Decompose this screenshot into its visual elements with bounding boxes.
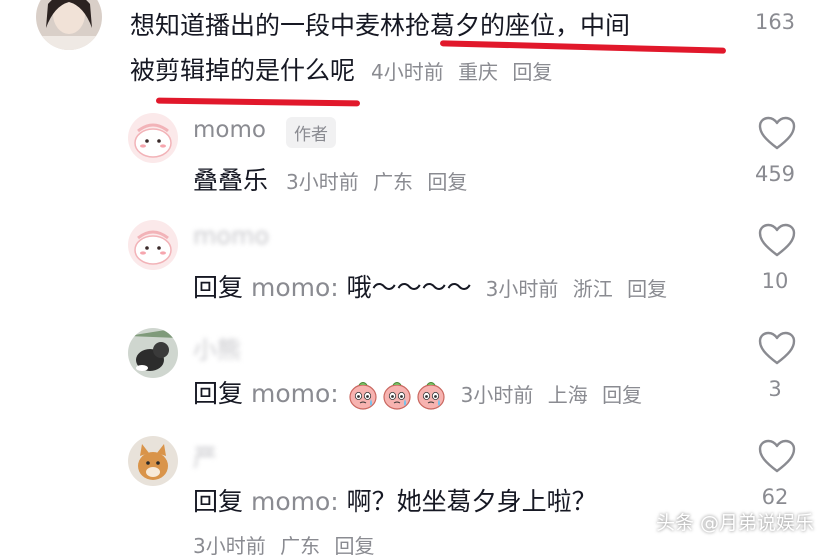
watermark: 头条 @月弟说娱乐 xyxy=(655,512,814,534)
reply-3-prefix: 回复 xyxy=(193,379,244,408)
reply-avatar-momo-2[interactable] xyxy=(128,220,178,270)
reply-4-reply-button[interactable]: 回复 xyxy=(334,534,374,558)
reply-4-meta: 3小时前 广东 回复 xyxy=(193,530,382,559)
top-commenter-avatar[interactable] xyxy=(36,0,102,50)
reply-1-meta: 3小时前 广东 回复 xyxy=(286,170,475,194)
top-comment-like-count: 163 xyxy=(754,10,796,34)
reply-1-reply-button[interactable]: 回复 xyxy=(427,170,467,194)
reply-3-reply-button[interactable]: 回复 xyxy=(602,383,642,407)
reply-2-prefix: 回复 xyxy=(193,273,244,302)
reply-4-text: 啊？她坐葛夕身上啦？ xyxy=(346,487,597,516)
reply-3-time: 3小时前 xyxy=(460,383,534,407)
reply-3-username[interactable]: 小熊 xyxy=(193,330,241,365)
crying-emoji-icon xyxy=(417,382,445,410)
reply-2-target[interactable]: momo: xyxy=(251,273,339,302)
reply-4-username[interactable]: 严 xyxy=(193,438,217,473)
reply-3-target[interactable]: momo: xyxy=(251,379,339,408)
reply-2-text: 哦～～～～ xyxy=(346,273,472,302)
highlight-underline-2 xyxy=(155,97,361,107)
reply-2-time: 3小时前 xyxy=(485,277,559,301)
heart-icon[interactable] xyxy=(757,330,797,366)
top-comment-text-line2: 被剪辑掉的是什么呢 4小时前 重庆 回复 xyxy=(130,51,560,87)
top-comment-meta: 4小时前 重庆 回复 xyxy=(371,60,560,84)
reply-3-meta: 3小时前 上海 回复 xyxy=(461,383,650,407)
reply-3-emojis xyxy=(347,379,449,410)
heart-icon[interactable] xyxy=(757,222,797,258)
reply-4-time: 3小时前 xyxy=(193,534,266,558)
top-comment-reply-button[interactable]: 回复 xyxy=(512,60,552,84)
reply-1-text: 叠叠乐 xyxy=(193,166,269,195)
reply-1-location: 广东 xyxy=(373,170,414,194)
reply-2-like-count: 10 xyxy=(761,269,789,293)
crying-emoji-icon xyxy=(383,382,411,410)
reply-4-location: 广东 xyxy=(280,534,321,558)
heart-icon[interactable] xyxy=(757,438,797,474)
top-comment-text-line1: 想知道播出的一段中麦林抢葛夕的座位，中间 xyxy=(130,11,631,40)
reply-1-time: 3小时前 xyxy=(285,170,359,194)
reply-3-location: 上海 xyxy=(547,383,588,407)
reply-4-like-count: 62 xyxy=(761,485,789,509)
reply-2-row: 回复 momo: 哦～～～～ 3小时前 浙江 回复 xyxy=(193,268,675,304)
reply-4-target[interactable]: momo: xyxy=(251,487,339,516)
reply-1-username[interactable]: momo xyxy=(193,117,266,143)
reply-3-row: 回复 momo: 3小时前 上海 回复 xyxy=(193,374,650,411)
top-comment-time: 4小时前 xyxy=(370,60,444,84)
crying-emoji-icon xyxy=(349,382,377,410)
reply-avatar-momo[interactable] xyxy=(128,113,178,163)
reply-4-row: 回复 momo: 啊？她坐葛夕身上啦？ xyxy=(193,482,597,518)
reply-2-reply-button[interactable]: 回复 xyxy=(627,277,667,301)
heart-icon[interactable] xyxy=(757,115,797,151)
author-badge: 作者 xyxy=(286,117,336,148)
reply-4-prefix: 回复 xyxy=(193,487,244,516)
top-comment-location: 重庆 xyxy=(458,60,499,84)
reply-2-username[interactable]: momo xyxy=(193,222,269,250)
reply-2-location: 浙江 xyxy=(572,277,613,301)
reply-2-meta: 3小时前 浙江 回复 xyxy=(486,277,675,301)
reply-1-like-count: 459 xyxy=(754,162,796,186)
reply-avatar-4[interactable] xyxy=(128,436,178,486)
reply-3-like-count: 3 xyxy=(768,377,782,401)
top-comment-text-line2-content: 被剪辑掉的是什么呢 xyxy=(130,56,356,85)
reply-avatar-3[interactable] xyxy=(128,328,178,378)
reply-1-row: 叠叠乐 3小时前 广东 回复 xyxy=(193,161,475,197)
